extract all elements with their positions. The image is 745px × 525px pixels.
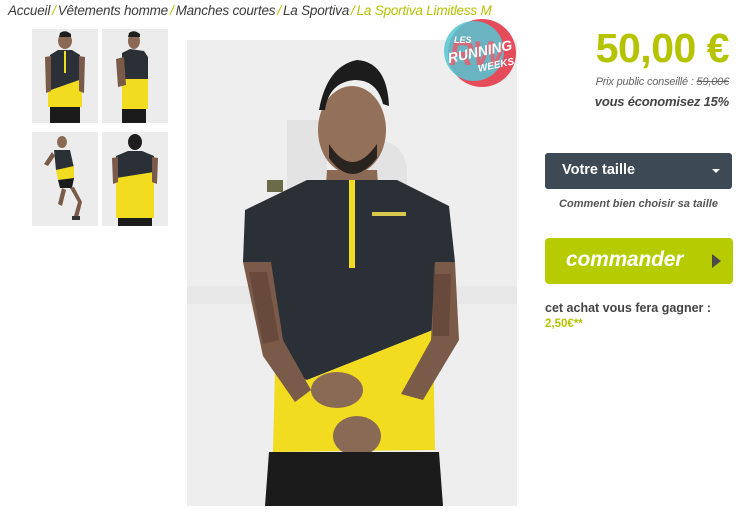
size-guide-link[interactable]: Comment bien choisir sa taille <box>545 198 732 210</box>
rrp-value: 59,00€ <box>696 76 730 88</box>
recommended-price: Prix public conseillé : 59,00€ <box>529 76 730 88</box>
loyalty-amount: 2,50€** <box>545 318 583 330</box>
saving-text: vous économisez 15% <box>594 94 729 109</box>
size-select[interactable]: Votre taille <box>545 153 732 189</box>
product-thumbnail-image <box>32 132 98 226</box>
breadcrumb-separator: / <box>52 3 56 18</box>
size-select-label: Votre taille <box>562 162 636 178</box>
rrp-label: Prix public conseillé : <box>595 76 694 88</box>
product-thumbnail-image <box>102 132 168 226</box>
breadcrumb-mens-clothing[interactable]: Vêtements homme <box>58 3 169 18</box>
badge-text-les: LES <box>454 35 472 45</box>
thumbnail-back[interactable] <box>102 132 168 226</box>
thumbnail-running[interactable] <box>32 132 98 226</box>
product-model-illustration <box>187 40 517 506</box>
order-button[interactable]: commander <box>545 238 733 284</box>
breadcrumb-separator: / <box>277 3 281 18</box>
thumbnail-front[interactable] <box>32 29 98 123</box>
breadcrumb-separator: / <box>170 3 174 18</box>
breadcrumb-brand[interactable]: La Sportiva <box>283 3 349 18</box>
price-box: 50,00 € Prix public conseillé : 59,00€ v… <box>529 25 730 109</box>
running-weeks-badge: RW LES RUNNING WEEKS <box>432 15 522 89</box>
main-product-image[interactable] <box>187 40 517 506</box>
product-thumbnail-image <box>102 29 168 123</box>
loyalty-text: cet achat vous fera gagner : <box>545 301 712 315</box>
breadcrumb: Accueil / Vêtements homme / Manches courtes /… <box>8 3 492 18</box>
product-thumbnail-image <box>32 29 98 123</box>
loyalty-reward: cet achat vous fera gagner : 2,50€** <box>545 300 711 332</box>
breadcrumb-home[interactable]: Accueil <box>8 3 50 18</box>
chevron-down-icon <box>712 169 720 173</box>
breadcrumb-separator: / <box>351 3 355 18</box>
thumbnail-side[interactable] <box>102 29 168 123</box>
running-weeks-logo: RW LES RUNNING WEEKS <box>444 19 516 87</box>
breadcrumb-short-sleeves[interactable]: Manches courtes <box>176 3 276 18</box>
order-button-label: commander <box>566 248 684 271</box>
product-price: 50,00 € <box>595 25 730 71</box>
play-arrow-icon <box>712 254 721 268</box>
